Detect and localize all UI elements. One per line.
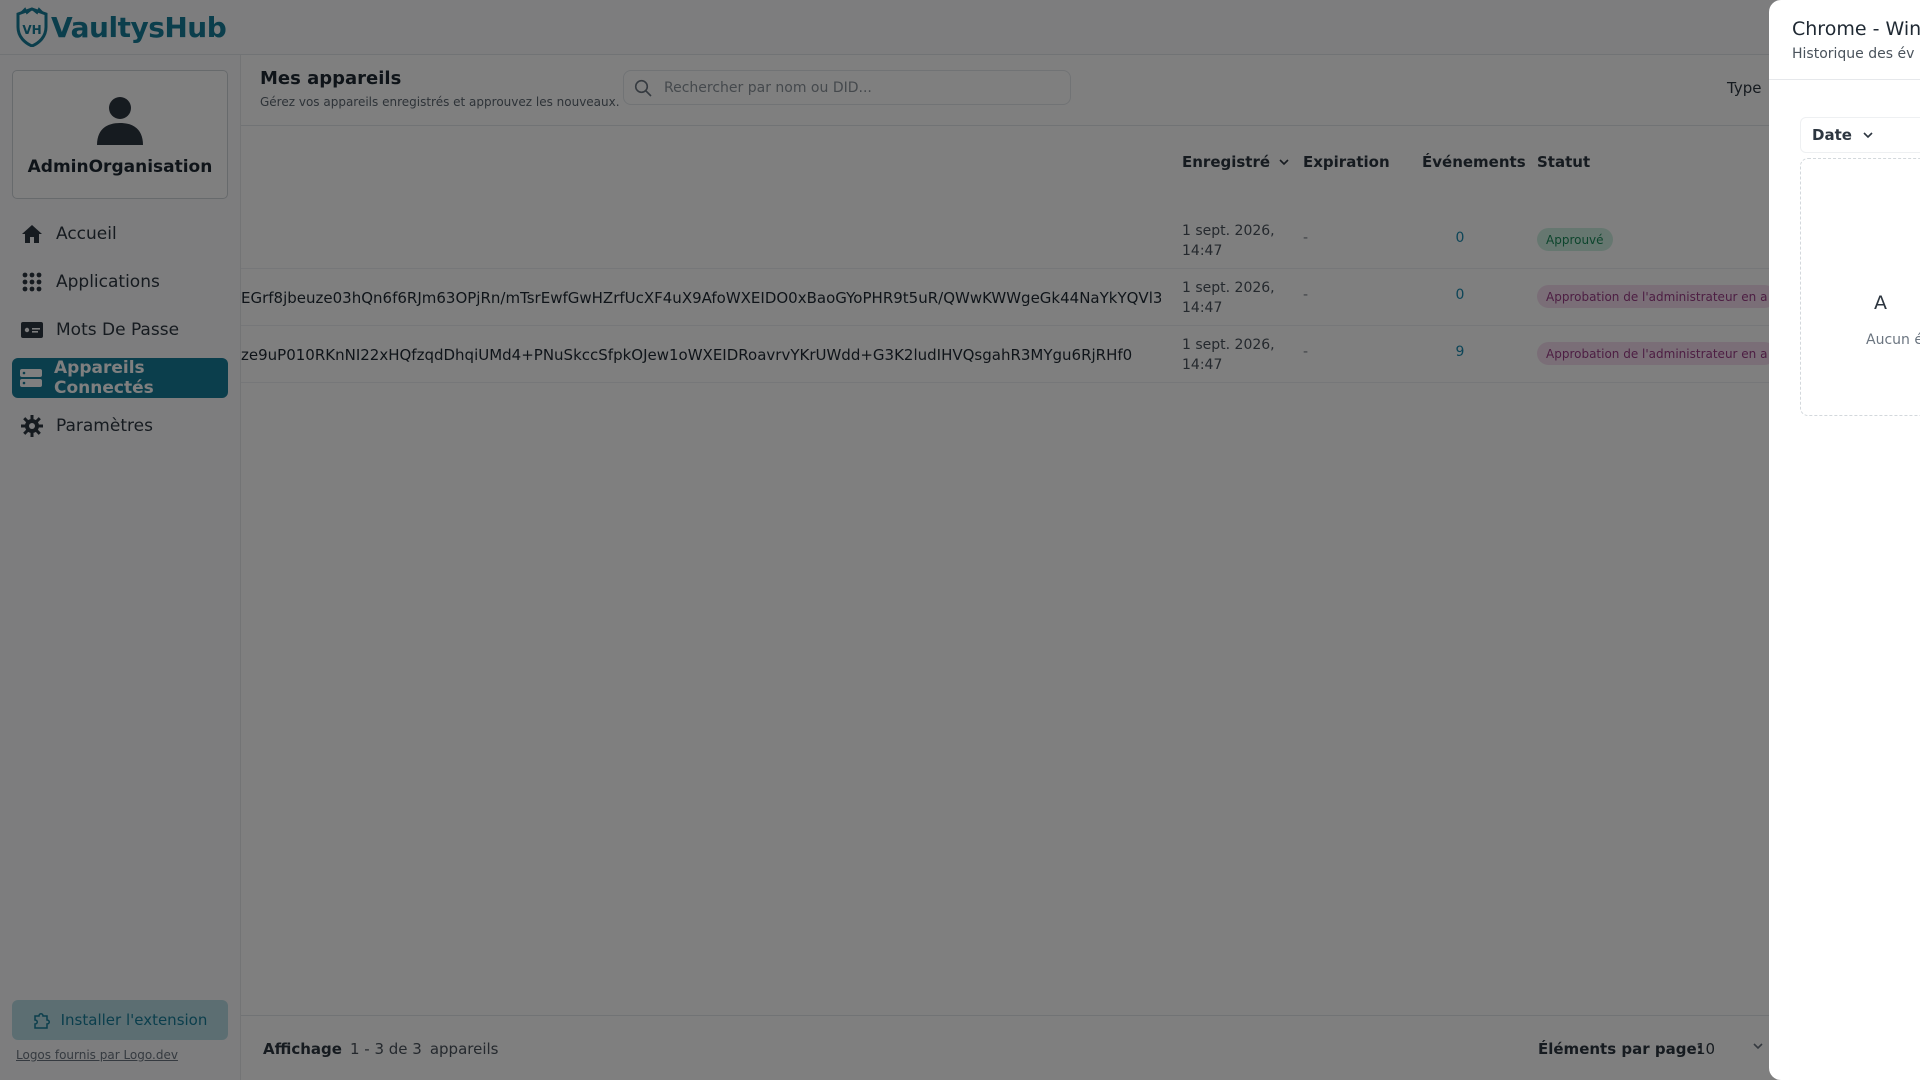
chevron-down-icon xyxy=(1862,131,1874,139)
device-events-drawer: Chrome - Win Historique des év Date A Au… xyxy=(1769,0,1920,1080)
empty-state-box xyxy=(1800,158,1920,416)
drawer-header: Chrome - Win Historique des év xyxy=(1769,0,1920,80)
drawer-subtitle: Historique des év xyxy=(1792,46,1915,62)
empty-state-title: A xyxy=(1874,292,1887,314)
sort-date-label: Date xyxy=(1812,126,1852,144)
drawer-backdrop[interactable] xyxy=(0,0,1920,1080)
drawer-title: Chrome - Win xyxy=(1792,18,1920,40)
sort-date-button[interactable]: Date xyxy=(1800,117,1920,153)
empty-state-text: Aucun é xyxy=(1866,332,1920,348)
